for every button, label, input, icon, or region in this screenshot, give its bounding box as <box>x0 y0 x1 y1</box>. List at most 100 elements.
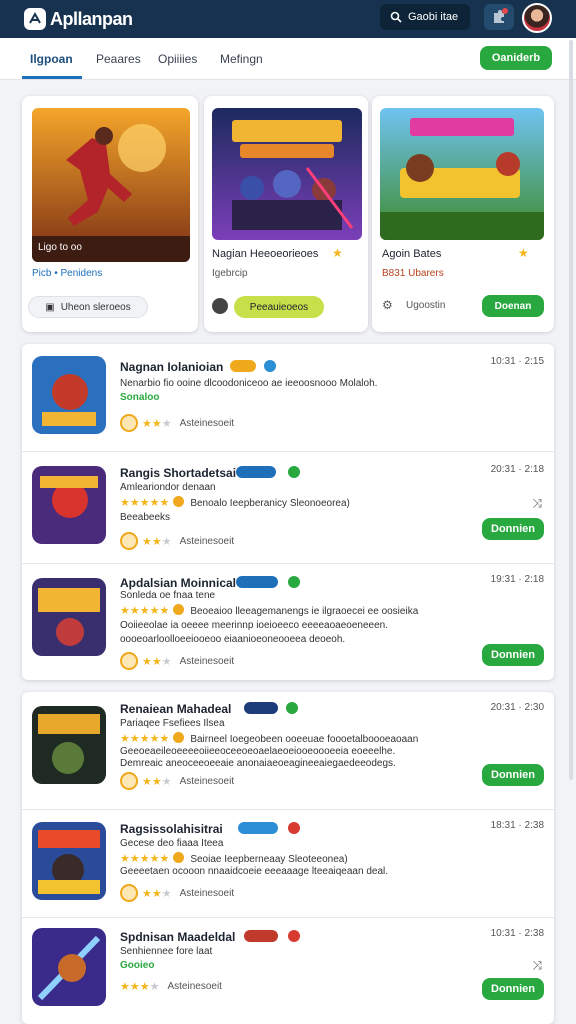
item-rating: ★★ ★ Asteinesoeit <box>120 884 234 902</box>
coin-icon <box>120 772 138 790</box>
item-badge <box>244 930 278 942</box>
featured-sub-3: B831 Ubarers <box>382 268 444 279</box>
featured-title-2: Nagian Heeoeorieoes <box>212 248 319 260</box>
nav-action-label: Oaniderb <box>491 52 541 64</box>
featured-caption-1: Ligo to oo <box>38 242 82 253</box>
app-name: Apllanpan <box>50 8 133 29</box>
item-description: Gecese deo fiaaa Iteea <box>120 838 224 849</box>
item-title: Renaiean Mahadeal <box>120 702 232 716</box>
coin-icon <box>120 652 138 670</box>
verified-icon <box>288 822 300 834</box>
star-icon: ★ <box>332 246 343 260</box>
item-stars: ★★★★★ Benoalo Ieepberanicy Sleonoeorea) <box>120 496 350 509</box>
list-item[interactable]: Renaiean Mahadeal 20:31 · 2:30 Pariaqee … <box>22 692 554 810</box>
coin-icon <box>173 496 185 507</box>
list-item[interactable]: Nagnan Iolanioian 10:31 · 2:15 Nenarbio … <box>22 344 554 452</box>
item-thumbnail <box>32 356 106 434</box>
item-rating: ★★★ ★ Asteinesoeit <box>120 981 222 993</box>
scrollbar[interactable] <box>569 40 573 780</box>
featured-button-2[interactable]: Peeauieoeos <box>234 296 324 318</box>
item-thumbnail <box>32 822 106 900</box>
item-tags: Beeabeeks <box>120 512 171 523</box>
download-button[interactable]: Donnien <box>482 644 544 666</box>
featured-image-1: Ligo to oo <box>32 108 190 262</box>
download-button[interactable]: Donnien <box>482 518 544 540</box>
search-box[interactable]: Gaobi itae <box>380 4 470 30</box>
featured-image-3 <box>380 108 544 240</box>
item-title: Spdnisan Maadeldal <box>120 930 236 944</box>
download-button[interactable]: Donnien <box>482 764 544 786</box>
featured-note-3: Ugoostin <box>406 300 446 311</box>
pin-icon <box>212 298 228 314</box>
item-text: Demreaic aneoceeoeeaie anonaiaeoeagineea… <box>120 758 396 769</box>
coin-icon <box>120 884 138 902</box>
featured-sub-1: Picb • Penidens <box>32 268 103 279</box>
item-badge <box>230 360 256 372</box>
item-description: Nenarbio fio ooine dlcoodoniceoo ae ieeo… <box>120 378 378 389</box>
featured-sub-2: Igebrcip <box>212 268 248 279</box>
item-date: 20:31 · 2:18 <box>490 464 544 475</box>
list-item[interactable]: Spdnisan Maadeldal 10:31 · 2:38 Senhienn… <box>22 918 554 1024</box>
app-list-bottom: Renaiean Mahadeal 20:31 · 2:30 Pariaqee … <box>22 692 554 1024</box>
settings-icon: ⚙ <box>382 298 393 312</box>
featured-card-2[interactable]: Nagian Heeoeorieoes ★ Igebrcip Peeauieoe… <box>204 96 368 332</box>
featured-title-3: Agoin Bates <box>382 248 442 260</box>
user-avatar[interactable] <box>522 3 552 33</box>
featured-card-3[interactable]: Agoin Bates ★ B831 Ubarers ⚙ Ugoostin Do… <box>372 96 554 332</box>
item-text: Geeoeaeileoeeeeoiieeoceeoeoaelaeoeiooeoo… <box>120 746 396 757</box>
share-icon[interactable]: ⤨ <box>532 958 542 973</box>
item-badge <box>244 702 278 714</box>
featured-button-3[interactable]: Doenan <box>482 295 544 317</box>
app-logo[interactable]: Apllanpan <box>24 8 133 30</box>
featured-card-1[interactable]: Ligo to oo Picb • Penidens ▣ Uheon sleroe… <box>22 96 198 332</box>
featured-image-2 <box>212 108 362 240</box>
verified-icon <box>288 576 300 588</box>
item-date: 10:31 · 2:15 <box>490 356 544 367</box>
coin-icon <box>173 604 185 615</box>
item-stars: ★★★★★ Beoeaioo lleeagemanengs ie ilgraoec… <box>120 604 419 617</box>
coin-icon <box>173 852 185 863</box>
search-label: Gaobi itae <box>408 11 459 23</box>
item-stars: ★★★★★ Seoiae Ieepberneaay Sleoteeonea) <box>120 852 348 865</box>
item-rating: ★★ ★ Asteinesoeit <box>120 772 234 790</box>
item-tagline: Sonaloo <box>120 392 160 403</box>
featured-button-2-label: Peeauieoeos <box>249 301 309 313</box>
item-title: Nagnan Iolanioian <box>120 360 224 374</box>
tab-3[interactable]: Opiiiies <box>158 52 197 66</box>
verified-icon <box>264 360 276 372</box>
tab-1[interactable]: Ilgpoan <box>30 52 73 66</box>
item-description: Senhiennee fore laat <box>120 946 213 957</box>
list-item[interactable]: Ragsissolahisitrai 18:31 · 2:38 Gecese d… <box>22 810 554 918</box>
item-stars: ★★★★★ Bairneel Ioegeobeen ooeeuae foooeta… <box>120 732 419 745</box>
download-button[interactable]: Donnien <box>482 978 544 1000</box>
nav-action-button[interactable]: Oaniderb <box>480 46 552 70</box>
featured-button-1[interactable]: ▣ Uheon sleroeos <box>28 296 148 318</box>
share-icon[interactable]: ⤨ <box>532 496 542 511</box>
list-item[interactable]: Apdalsian Moinnical 19:31 · 2:18 Sonleda… <box>22 564 554 680</box>
verified-icon <box>286 702 298 714</box>
item-tagline: Gooieo <box>120 960 155 971</box>
item-rating: ★★ ★ Asteinesoeit <box>120 652 234 670</box>
item-title: Ragsissolahisitrai <box>120 822 223 836</box>
app-list-top: Nagnan Iolanioian 10:31 · 2:15 Nenarbio … <box>22 344 554 680</box>
item-title: Apdalsian Moinnical <box>120 576 237 590</box>
coin-icon <box>173 732 185 743</box>
notifications-button[interactable] <box>484 4 514 30</box>
item-thumbnail <box>32 928 106 1006</box>
logo-icon <box>24 8 46 30</box>
item-rating: ★★ ★ Asteinesoeit <box>120 414 234 432</box>
verified-icon <box>288 466 300 478</box>
item-date: 18:31 · 2:38 <box>490 820 544 831</box>
item-date: 20:31 · 2:30 <box>490 702 544 713</box>
tab-2[interactable]: Peaares <box>96 52 141 66</box>
list-item[interactable]: Rangis Shortadetsai 20:31 · 2:18 Amleari… <box>22 452 554 564</box>
item-badge <box>238 822 278 834</box>
calendar-icon: ▣ <box>45 301 55 313</box>
item-thumbnail <box>32 466 106 544</box>
item-text: oooeoarloolloeeiooeoo eiaanioeoneooeea d… <box>120 634 346 645</box>
item-date: 10:31 · 2:38 <box>490 928 544 939</box>
active-tab-indicator <box>22 76 82 79</box>
tab-4[interactable]: Mefingn <box>220 52 263 66</box>
item-description: Pariaqee Fsefiees Ilsea <box>120 718 225 729</box>
featured-button-3-label: Doenan <box>494 300 532 312</box>
